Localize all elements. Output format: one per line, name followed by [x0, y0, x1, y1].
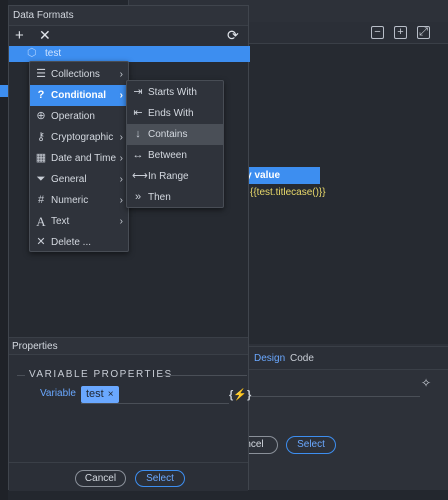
cube-icon: ⬡: [27, 47, 37, 59]
menu-item-date-and-time[interactable]: ▦ Date and Time ›: [30, 148, 128, 169]
variable-input-underline: [81, 403, 229, 404]
hash-icon: #: [37, 194, 45, 206]
list-icon: ☰: [36, 68, 46, 80]
menu-item-collections[interactable]: ☰ Collections ›: [30, 64, 128, 85]
token-remove-icon[interactable]: ×: [108, 389, 114, 400]
chevron-right-icon: ›: [119, 174, 123, 185]
variable-token[interactable]: test ×: [81, 386, 119, 403]
tree-item-label: test: [45, 48, 62, 59]
submenu-item-contains[interactable]: ↓ Contains: [127, 124, 223, 145]
ends-with-icon: ⇤: [133, 107, 143, 119]
menu-item-delete[interactable]: ✕ Delete ...: [30, 232, 128, 253]
close-icon[interactable]: ✕: [39, 28, 51, 43]
menu-item-numeric[interactable]: # Numeric ›: [30, 190, 128, 211]
starts-with-icon: ⇥: [133, 86, 143, 98]
menu-item-text[interactable]: A Text ›: [30, 211, 128, 232]
text-icon: A: [36, 214, 46, 229]
plus-icon[interactable]: +: [15, 28, 24, 43]
properties-header: Properties: [9, 337, 248, 355]
submenu-item-ends-with[interactable]: ⇤ Ends With: [127, 103, 223, 124]
menu-item-conditional[interactable]: ? Conditional ›: [30, 85, 128, 106]
contains-icon: ↓: [135, 128, 141, 140]
variable-label: Variable: [40, 388, 76, 399]
key-icon: ⚷: [36, 131, 46, 143]
panel-footer: Cancel Select: [9, 462, 248, 491]
sidebar-selection-marker: [0, 85, 8, 97]
conditional-submenu: ⇥ Starts With ⇤ Ends With ↓ Contains ↔ B…: [126, 80, 224, 208]
refresh-icon[interactable]: ⟳: [227, 28, 239, 43]
between-icon: ↔: [132, 149, 144, 161]
chevron-right-icon: ›: [119, 132, 123, 143]
expression-text: {{test.titlecase()}}: [250, 187, 326, 198]
chevron-right-icon: ›: [119, 153, 123, 164]
panel-title: Data Formats: [9, 6, 248, 26]
panel-toolbar: + ✕ ⟳: [9, 26, 248, 46]
select-button[interactable]: Select: [135, 470, 185, 487]
magic-wand-icon[interactable]: ✧: [421, 376, 431, 390]
left-sidebar-strip: [0, 0, 8, 500]
submenu-item-then[interactable]: » Then: [127, 187, 223, 208]
submenu-item-starts-with[interactable]: ⇥ Starts With: [127, 82, 223, 103]
category-menu: ☰ Collections › ? Conditional › ⊕ Operat…: [29, 61, 129, 252]
background-select-button[interactable]: Select: [286, 436, 336, 454]
minimize-icon[interactable]: −: [371, 26, 384, 39]
tree-item-selected[interactable]: ⬡ test: [9, 46, 250, 62]
menu-item-operation[interactable]: ⊕ Operation: [30, 106, 128, 127]
token-label: test: [86, 388, 104, 400]
then-icon: »: [134, 191, 142, 203]
add-icon[interactable]: +: [394, 26, 407, 39]
section-divider-right: [162, 375, 247, 376]
background-input-underline: [250, 396, 420, 397]
in-range-icon: ⟷: [132, 170, 148, 182]
variable-properties-title: VARIABLE PROPERTIES: [29, 369, 173, 380]
chevron-right-icon: ›: [119, 195, 123, 206]
question-icon: ?: [37, 89, 45, 101]
chevron-right-icon: ›: [119, 216, 123, 227]
cancel-button[interactable]: Cancel: [75, 470, 126, 487]
arrow-circle-icon: ⊕: [36, 110, 46, 122]
lightning-icon[interactable]: {⚡}: [229, 388, 251, 401]
tab-code[interactable]: Code: [290, 353, 314, 364]
menu-item-cryptographic[interactable]: ⚷ Cryptographic ›: [30, 127, 128, 148]
submenu-item-between[interactable]: ↔ Between: [127, 145, 223, 166]
submenu-item-in-range[interactable]: ⟷ In Range: [127, 166, 223, 187]
maximize-icon[interactable]: ⤢: [417, 26, 430, 39]
calendar-icon: ▦: [35, 152, 47, 164]
chevron-right-icon: ›: [119, 90, 123, 101]
close-icon: ✕: [36, 236, 46, 248]
menu-item-general[interactable]: ⏷ General ›: [30, 169, 128, 190]
chevron-right-icon: ›: [119, 69, 123, 80]
tab-design[interactable]: Design: [254, 353, 285, 364]
filter-icon: ⏷: [36, 173, 46, 185]
section-divider-left: [17, 375, 25, 376]
